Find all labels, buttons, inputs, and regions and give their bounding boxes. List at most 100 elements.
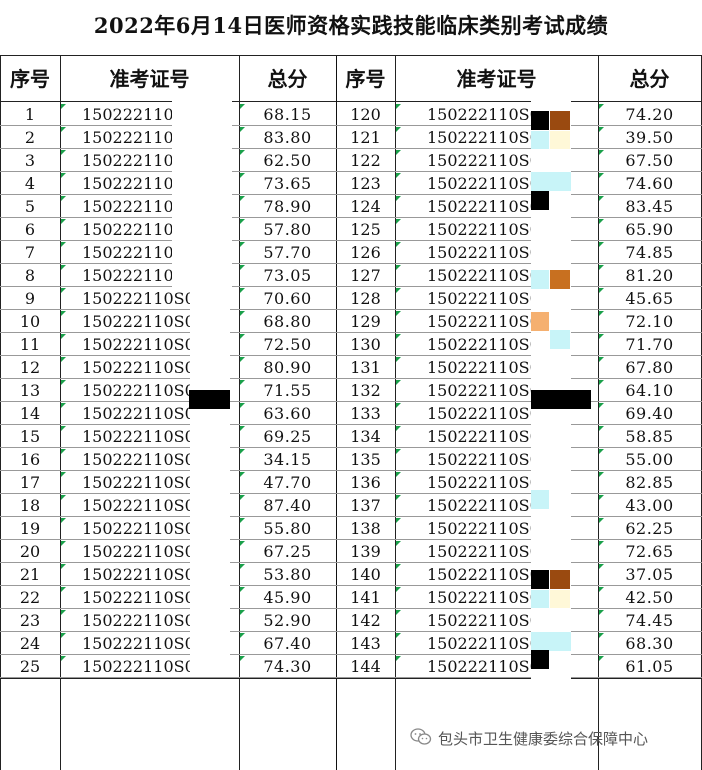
cell-marker-icon [396, 495, 401, 500]
seq-cell: 136 [350, 473, 381, 492]
exam-id-cell: 150222110S0 [427, 266, 540, 285]
redaction-block [531, 131, 549, 149]
seq-cell: 142 [350, 611, 381, 630]
score-cell: 45.90 [263, 588, 312, 607]
cell-marker-icon [599, 334, 604, 339]
score-cell: 70.60 [263, 289, 312, 308]
score-cell: 74.30 [263, 657, 312, 676]
score-cell: 57.70 [263, 243, 312, 262]
exam-id-cell: 150222110S0 [427, 128, 540, 147]
cell-marker-icon [240, 587, 245, 592]
cell-marker-icon [61, 127, 66, 132]
cell-marker-icon [61, 311, 66, 316]
score-cell: 80.90 [263, 358, 312, 377]
redaction-block [189, 390, 230, 409]
exam-id-cell: 150222110S0 [427, 496, 540, 515]
cell-marker-icon [396, 104, 401, 109]
cell-marker-icon [61, 656, 66, 661]
redaction-block [531, 590, 549, 608]
seq-cell: 25 [19, 657, 41, 676]
cell-marker-icon [599, 495, 604, 500]
redaction-block [531, 191, 549, 210]
seq-cell: 143 [350, 634, 381, 653]
cell-marker-icon [61, 541, 66, 546]
seq-cell: 137 [350, 496, 381, 515]
score-cell: 71.55 [263, 381, 312, 400]
cell-marker-icon [240, 518, 245, 523]
redaction-block [550, 111, 570, 130]
exam-id-cell: 150222110S0 [427, 588, 540, 607]
col-border-4 [395, 56, 396, 770]
cell-marker-icon [61, 334, 66, 339]
seq-cell: 139 [350, 542, 381, 561]
cell-marker-icon [240, 150, 245, 155]
redaction-block [531, 650, 549, 669]
cell-marker-icon [599, 219, 604, 224]
score-cell: 63.60 [263, 404, 312, 423]
cell-marker-icon [599, 426, 604, 431]
cell-marker-icon [61, 495, 66, 500]
cell-marker-icon [599, 472, 604, 477]
score-cell: 83.45 [625, 197, 674, 216]
cell-marker-icon [599, 288, 604, 293]
cell-marker-icon [396, 564, 401, 569]
seq-cell: 14 [19, 404, 41, 423]
seq-cell: 9 [24, 289, 36, 308]
score-cell: 81.20 [625, 266, 674, 285]
seq-cell: 5 [24, 197, 36, 216]
cell-marker-icon [599, 633, 604, 638]
cell-marker-icon [240, 357, 245, 362]
seq-cell: 12 [19, 358, 41, 377]
cell-marker-icon [396, 587, 401, 592]
seq-cell: 135 [350, 450, 381, 469]
redaction-block [531, 570, 549, 589]
cell-marker-icon [599, 518, 604, 523]
seq-cell: 132 [350, 381, 381, 400]
cell-marker-icon [599, 173, 604, 178]
cell-marker-icon [599, 449, 604, 454]
cell-marker-icon [599, 587, 604, 592]
cell-marker-icon [240, 242, 245, 247]
cell-marker-icon [396, 472, 401, 477]
cell-marker-icon [396, 150, 401, 155]
redaction-block [531, 270, 549, 289]
cell-marker-icon [599, 242, 604, 247]
redaction-block [550, 131, 570, 149]
score-cell: 74.45 [625, 611, 674, 630]
cell-marker-icon [240, 288, 245, 293]
cell-marker-icon [240, 541, 245, 546]
cell-marker-icon [240, 656, 245, 661]
score-cell: 68.30 [625, 634, 674, 653]
header-id-right: 准考证号 [456, 67, 537, 91]
cell-marker-icon [396, 403, 401, 408]
cell-marker-icon [599, 541, 604, 546]
cell-marker-icon [61, 357, 66, 362]
cell-marker-icon [599, 357, 604, 362]
seq-cell: 13 [19, 381, 41, 400]
cell-marker-icon [61, 403, 66, 408]
seq-cell: 122 [350, 151, 381, 170]
exam-id-cell: 150222110S0 [427, 243, 540, 262]
exam-id-cell: 150222110S0 [427, 473, 540, 492]
cell-marker-icon [61, 380, 66, 385]
seq-cell: 124 [350, 197, 381, 216]
cell-marker-icon [61, 288, 66, 293]
cell-marker-icon [61, 426, 66, 431]
cell-marker-icon [599, 104, 604, 109]
seq-cell: 18 [19, 496, 41, 515]
exam-id-cell: 150222110S0 [427, 450, 540, 469]
cell-marker-icon [61, 173, 66, 178]
cell-marker-icon [396, 357, 401, 362]
seq-cell: 10 [19, 312, 41, 331]
exam-id-cell: 150222110S0 [427, 519, 540, 538]
cell-marker-icon [396, 242, 401, 247]
seq-cell: 144 [350, 657, 381, 676]
seq-cell: 6 [24, 220, 36, 239]
exam-id-cell: 150222110S0 [427, 611, 540, 630]
cell-marker-icon [240, 633, 245, 638]
seq-cell: 4 [24, 174, 36, 193]
score-cell: 43.00 [625, 496, 674, 515]
redaction-block [531, 632, 571, 651]
score-cell: 62.25 [625, 519, 674, 538]
cell-marker-icon [396, 219, 401, 224]
